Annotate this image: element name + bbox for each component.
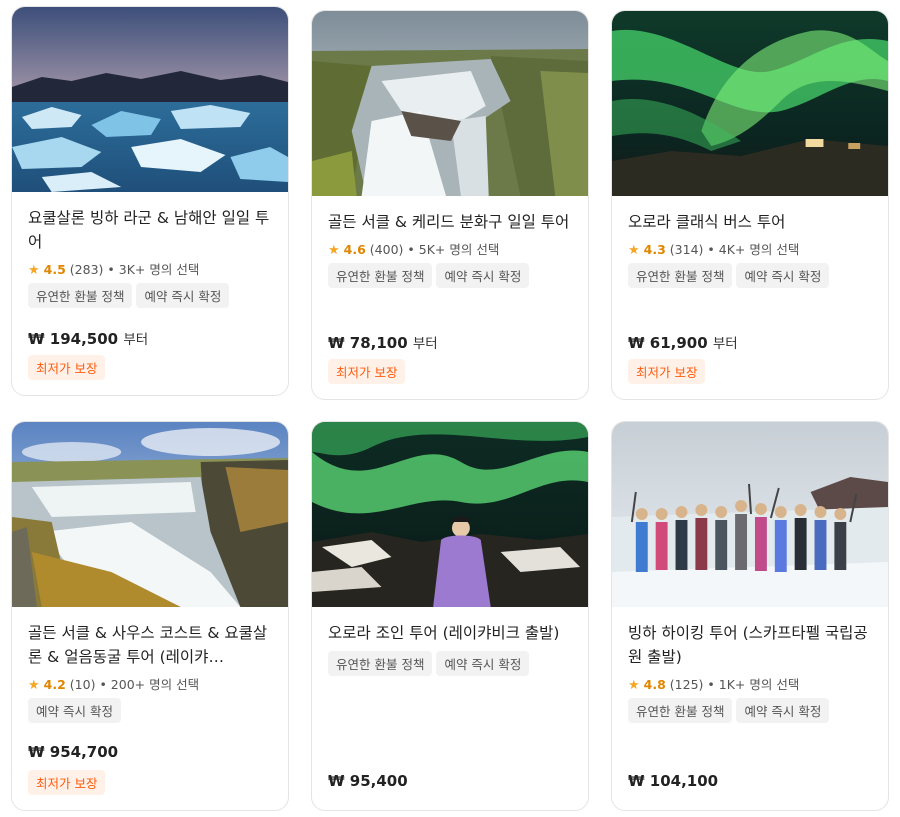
tour-title[interactable]: 빙하 하이킹 투어 (스카프타펠 국립공원 출발) <box>628 621 872 669</box>
rating-score: 4.2 <box>43 677 66 692</box>
rating-row: ★ 4.5 (283) • 3K+ 명의 선택 <box>28 259 272 278</box>
star-icon: ★ <box>628 243 640 258</box>
bullet: • <box>707 677 715 692</box>
rating-score: 4.3 <box>643 242 666 257</box>
tour-card[interactable]: 오로라 조인 투어 (레이캬비크 출발) 유연한 환불 정책 예약 즉시 확정 ₩… <box>311 421 589 811</box>
price: ₩ 104,100 <box>628 772 718 790</box>
price-value: ₩ 954,700 <box>28 743 119 761</box>
rating-row: ★ 4.2 (10) • 200+ 명의 선택 <box>28 674 272 693</box>
tag-list: 유연한 환불 정책 예약 즉시 확정 <box>628 263 872 288</box>
tour-image <box>312 422 588 607</box>
review-count: (125) <box>669 677 704 692</box>
review-count: (10) <box>69 677 96 692</box>
lowest-price-badge: 최저가 보장 <box>28 355 106 380</box>
rating-row: ★ 4.8 (125) • 1K+ 명의 선택 <box>628 674 872 693</box>
review-count: (283) <box>69 262 104 277</box>
price: ₩ 95,400 <box>328 772 408 790</box>
chosen-count: 5K+ 명의 선택 <box>418 242 500 257</box>
bullet: • <box>707 242 715 257</box>
price-value: ₩ 194,500 <box>28 330 119 348</box>
bullet: • <box>99 677 107 692</box>
tour-image <box>12 422 288 607</box>
tag-list: 유연한 환불 정책 예약 즉시 확정 <box>328 263 572 288</box>
tour-title[interactable]: 오로라 클래식 버스 투어 <box>628 210 872 234</box>
tour-image <box>612 11 888 196</box>
tour-title[interactable]: 골든 서클 & 사우스 코스트 & 요쿨살론 & 얼음동굴 투어 (레이캬… <box>28 621 272 669</box>
star-icon: ★ <box>628 678 640 693</box>
star-icon: ★ <box>28 678 40 693</box>
lowest-price-badge: 최저가 보장 <box>628 359 706 384</box>
price: ₩ 954,700 <box>28 743 118 761</box>
price: ₩ 78,100 부터 <box>328 332 438 352</box>
tag: 예약 즉시 확정 <box>436 263 530 288</box>
star-icon: ★ <box>28 263 40 278</box>
chosen-count: 4K+ 명의 선택 <box>718 242 800 257</box>
price-value: ₩ 78,100 <box>328 334 408 352</box>
tag-list: 유연한 환불 정책 예약 즉시 확정 <box>28 283 272 308</box>
tour-image <box>12 7 288 192</box>
tag: 유연한 환불 정책 <box>328 651 433 676</box>
tour-image <box>612 422 888 607</box>
rating-score: 4.6 <box>343 242 366 257</box>
tag: 예약 즉시 확정 <box>136 283 230 308</box>
review-count: (400) <box>369 242 404 257</box>
tag: 예약 즉시 확정 <box>436 651 530 676</box>
bullet: • <box>407 242 415 257</box>
price: ₩ 61,900 부터 <box>628 332 738 352</box>
tag: 유연한 환불 정책 <box>628 263 733 288</box>
bullet: • <box>107 262 115 277</box>
star-icon: ★ <box>328 243 340 258</box>
price-suffix: 부터 <box>123 332 149 348</box>
tag: 예약 즉시 확정 <box>28 698 121 723</box>
price-value: ₩ 61,900 <box>628 334 708 352</box>
tour-title[interactable]: 오로라 조인 투어 (레이캬비크 출발) <box>328 621 572 645</box>
tour-card[interactable]: 골든 서클 & 케리드 분화구 일일 투어 ★ 4.6 (400) • 5K+ … <box>311 10 589 400</box>
price-suffix: 부터 <box>412 336 438 352</box>
tag: 유연한 환불 정책 <box>28 283 133 308</box>
rating-row: ★ 4.3 (314) • 4K+ 명의 선택 <box>628 239 872 258</box>
review-count: (314) <box>669 242 704 257</box>
tag: 예약 즉시 확정 <box>736 263 830 288</box>
price-value: ₩ 95,400 <box>328 772 408 790</box>
tag: 예약 즉시 확정 <box>736 698 830 723</box>
price: ₩ 194,500 부터 <box>28 328 148 348</box>
rating-score: 4.8 <box>643 677 666 692</box>
tour-title[interactable]: 요쿨살론 빙하 라군 & 남해안 일일 투어 <box>28 206 272 254</box>
chosen-count: 1K+ 명의 선택 <box>718 677 800 692</box>
tour-image <box>312 11 588 196</box>
rating-row: ★ 4.6 (400) • 5K+ 명의 선택 <box>328 239 572 258</box>
price-suffix: 부터 <box>712 336 738 352</box>
tour-title[interactable]: 골든 서클 & 케리드 분화구 일일 투어 <box>328 210 572 234</box>
tag-list: 유연한 환불 정책 예약 즉시 확정 <box>328 651 572 676</box>
price-value: ₩ 104,100 <box>628 772 719 790</box>
lowest-price-badge: 최저가 보장 <box>28 770 106 795</box>
rating-score: 4.5 <box>43 262 66 277</box>
tag: 유연한 환불 정책 <box>628 698 733 723</box>
tour-card[interactable]: 오로라 클래식 버스 투어 ★ 4.3 (314) • 4K+ 명의 선택 유연… <box>611 10 889 400</box>
tag: 유연한 환불 정책 <box>328 263 433 288</box>
chosen-count: 200+ 명의 선택 <box>110 677 200 692</box>
tag-list: 유연한 환불 정책 예약 즉시 확정 <box>628 698 872 723</box>
tour-card[interactable]: 골든 서클 & 사우스 코스트 & 요쿨살론 & 얼음동굴 투어 (레이캬… ★… <box>11 421 289 811</box>
tour-card[interactable]: 빙하 하이킹 투어 (스카프타펠 국립공원 출발) ★ 4.8 (125) • … <box>611 421 889 811</box>
tour-card[interactable]: 요쿨살론 빙하 라군 & 남해안 일일 투어 ★ 4.5 (283) • 3K+… <box>11 6 289 396</box>
lowest-price-badge: 최저가 보장 <box>328 359 406 384</box>
chosen-count: 3K+ 명의 선택 <box>118 262 200 277</box>
tag-list: 예약 즉시 확정 <box>28 698 272 723</box>
